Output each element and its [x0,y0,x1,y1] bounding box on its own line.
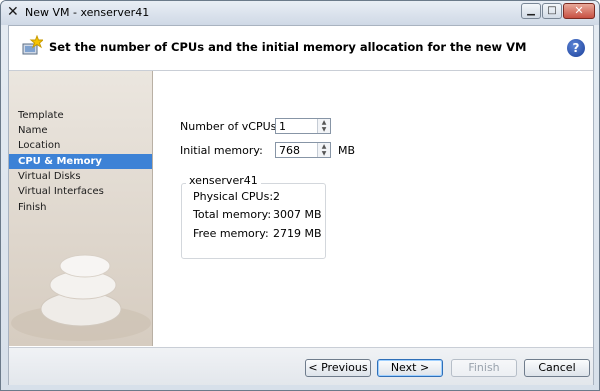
decrement-icon[interactable]: ▼ [318,150,330,157]
physical-cpus-label: Physical CPUs: [193,190,274,203]
memory-value[interactable]: 768 [279,144,300,157]
next-button[interactable]: Next > [377,359,443,377]
cancel-button[interactable]: Cancel [524,359,590,377]
sidebar-item-virtual-interfaces[interactable]: Virtual Interfaces [9,184,152,199]
minimize-button[interactable]: ▁ [521,3,541,19]
memory-label: Initial memory: [180,144,263,157]
memory-unit: MB [338,144,356,157]
close-button[interactable]: ✕ [563,3,595,19]
minimize-icon: ▁ [527,5,535,16]
increment-icon[interactable]: ▲ [318,143,330,150]
close-icon: ✕ [574,4,584,17]
sidebar-item-finish[interactable]: Finish [9,200,152,215]
sidebar-item-template[interactable]: Template [9,108,152,123]
finish-button[interactable]: Finish [451,359,517,377]
free-memory-label: Free memory: [193,227,269,240]
host-name: xenserver41 [186,174,261,187]
sidebar-item-virtual-disks[interactable]: Virtual Disks [9,169,152,184]
maximize-icon: □ [547,5,557,16]
new-vm-icon [22,35,43,55]
title-bar[interactable]: ✕ New VM - xenserver41 ▁ □ ✕ [1,1,599,25]
sidebar-item-name[interactable]: Name [9,123,152,138]
maximize-button[interactable]: □ [542,3,562,19]
vcpus-label: Number of vCPUs: [180,120,281,133]
wizard-sidebar: Template Name Location CPU & Memory Virt… [9,71,153,346]
vcpus-stepper[interactable]: 1 ▲ ▼ [275,118,331,134]
new-vm-window: ✕ New VM - xenserver41 ▁ □ ✕ Set the num… [0,0,600,391]
sidebar-item-location[interactable]: Location [9,138,152,153]
memory-stepper[interactable]: 768 ▲ ▼ [275,142,331,158]
physical-cpus-value: 2 [273,190,280,203]
window-title: New VM - xenserver41 [25,6,150,19]
decrement-icon[interactable]: ▼ [318,126,330,133]
increment-icon[interactable]: ▲ [318,119,330,126]
total-memory-label: Total memory: [193,208,272,221]
help-icon[interactable]: ? [567,39,585,57]
vcpus-value[interactable]: 1 [279,120,286,133]
wizard-footer: < Previous Next > Finish Cancel [9,347,593,385]
page-title: Set the number of CPUs and the initial m… [49,40,527,54]
memory-stepper-arrows[interactable]: ▲ ▼ [317,143,330,157]
previous-button[interactable]: < Previous [305,359,371,377]
wizard-header: Set the number of CPUs and the initial m… [9,26,593,71]
dialog-body: Set the number of CPUs and the initial m… [8,25,594,385]
vcpus-stepper-arrows[interactable]: ▲ ▼ [317,119,330,133]
wizard-content: Number of vCPUs: 1 ▲ ▼ Initial memory: 7… [153,71,593,346]
sidebar-item-cpu-memory[interactable]: CPU & Memory [9,154,152,169]
free-memory-value: 2719 MB [273,227,322,240]
app-logo-icon: ✕ [7,4,19,20]
total-memory-value: 3007 MB [273,208,322,221]
